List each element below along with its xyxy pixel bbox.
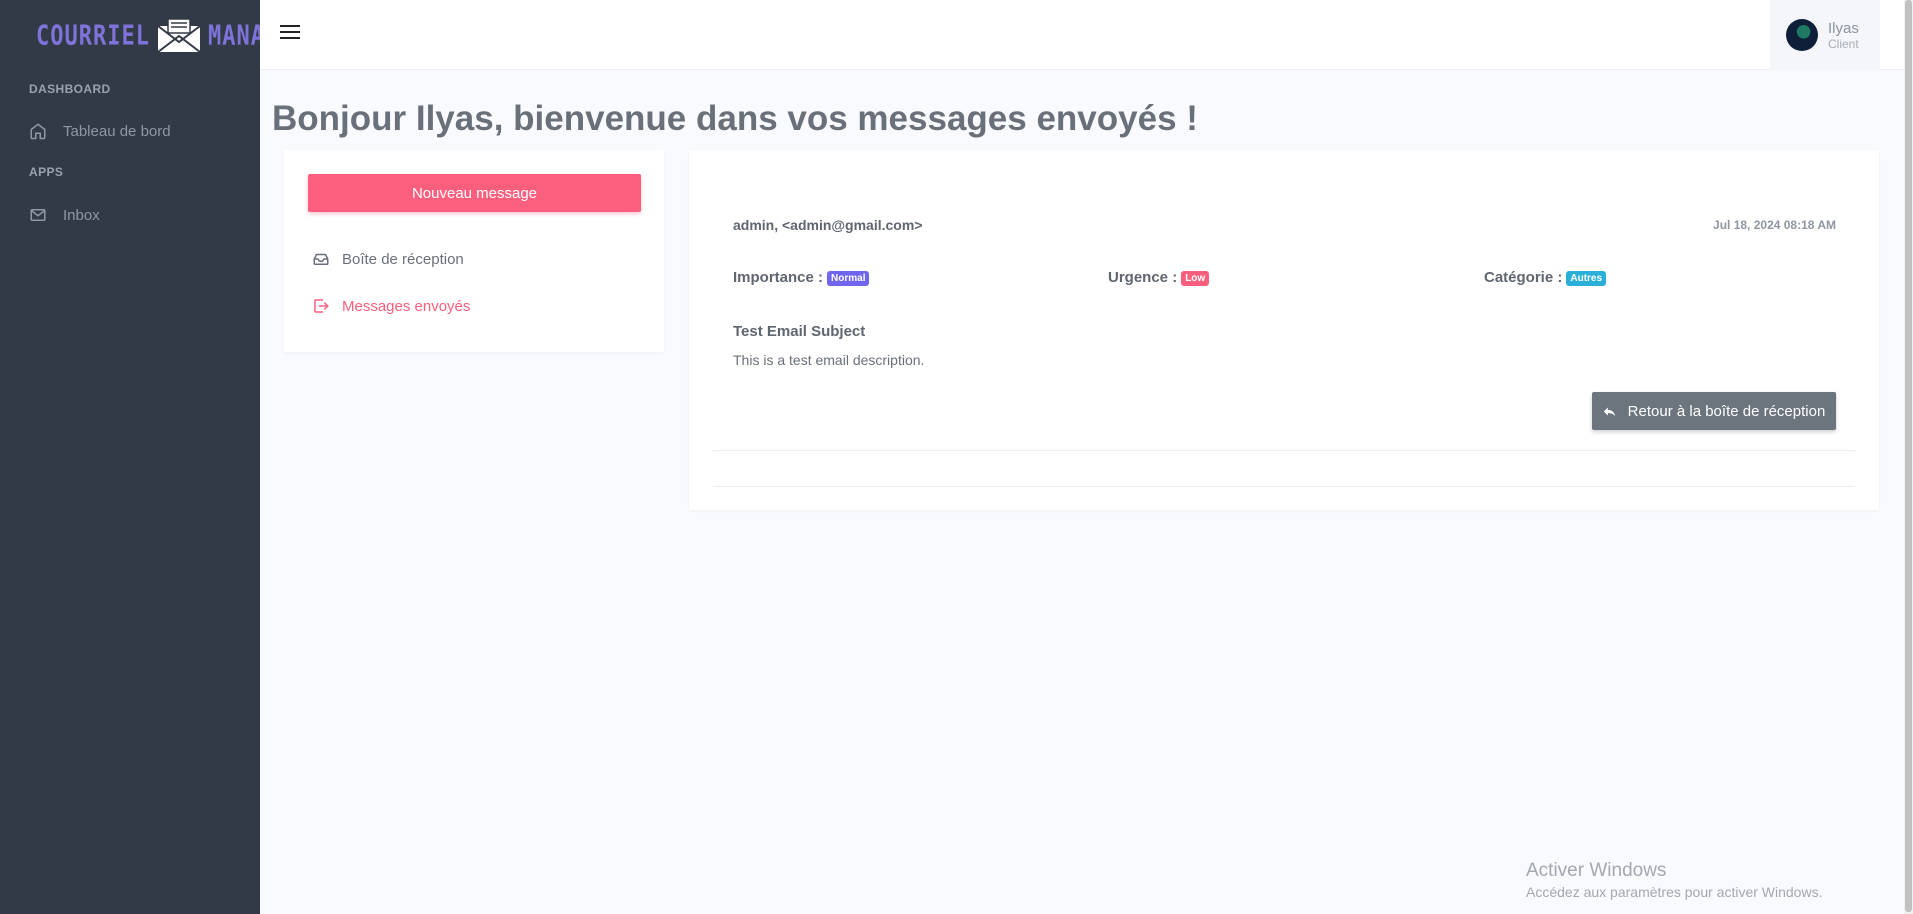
send-out-icon [314,299,329,313]
sidebar-section-dashboard: DASHBOARD [29,82,111,96]
menu-toggle-icon[interactable] [280,25,300,43]
sidebar-item-dashboard[interactable]: Tableau de bord [29,122,171,140]
sidebar: COURRIEL MANAGER DASHBOARD Tableau de bo… [0,0,307,914]
divider [713,450,1855,451]
envelope-logo-icon [157,18,201,53]
message-date: Jul 18, 2024 08:18 AM [1713,218,1836,232]
importance-badge: Normal [827,271,870,286]
back-button-label: Retour à la boîte de réception [1627,402,1826,420]
category-badge: Autres [1566,271,1607,286]
sidebar-item-label: Inbox [63,206,100,224]
category-label: Catégorie : [1484,268,1563,286]
windows-activation-subtitle: Accédez aux paramètres pour activer Wind… [1526,884,1823,900]
scrollbar-thumb[interactable] [1905,0,1912,912]
inbox-icon [313,253,329,265]
logo-text-left: COURRIEL [36,20,150,52]
mailbox-nav-label: Boîte de réception [342,250,464,268]
home-icon [30,123,46,140]
mailbox-nav-inbox[interactable]: Boîte de réception [312,250,464,268]
urgency-field: Urgence : Low [1108,268,1210,286]
avatar [1786,19,1818,51]
back-to-inbox-button[interactable]: Retour à la boîte de réception [1592,392,1836,430]
windows-activation-title: Activer Windows [1526,860,1667,881]
user-role: Client [1828,36,1859,51]
message-body: This is a test email description. [733,352,925,368]
importance-field: Importance : Normal [733,268,870,286]
mailbox-nav-card: Nouveau message Boîte de réception Messa… [284,150,664,352]
divider [713,486,1855,487]
page-title: Bonjour Ilyas, bienvenue dans vos messag… [272,99,1198,138]
sidebar-item-label: Tableau de bord [63,122,171,140]
message-detail-card: admin, <admin@gmail.com> Jul 18, 2024 08… [689,150,1879,510]
message-from: admin, <admin@gmail.com> [733,217,923,233]
user-name: Ilyas [1828,19,1859,37]
user-menu[interactable]: Ilyas Client [1770,0,1880,70]
scrollbar[interactable] [1904,0,1913,914]
top-bar: Ilyas Client [260,0,1913,70]
mailbox-nav-label: Messages envoyés [342,297,471,315]
reply-icon [1603,406,1615,416]
new-message-button[interactable]: Nouveau message [308,174,641,212]
sidebar-item-inbox[interactable]: Inbox [29,206,100,224]
mail-icon [30,209,46,221]
sidebar-section-apps: APPS [29,165,64,179]
importance-label: Importance : [733,268,824,286]
urgency-label: Urgence : [1108,268,1178,286]
mailbox-nav-sent[interactable]: Messages envoyés [312,297,470,315]
urgency-badge: Low [1181,271,1210,286]
category-field: Catégorie : Autres [1484,268,1607,286]
message-subject: Test Email Subject [733,323,866,340]
